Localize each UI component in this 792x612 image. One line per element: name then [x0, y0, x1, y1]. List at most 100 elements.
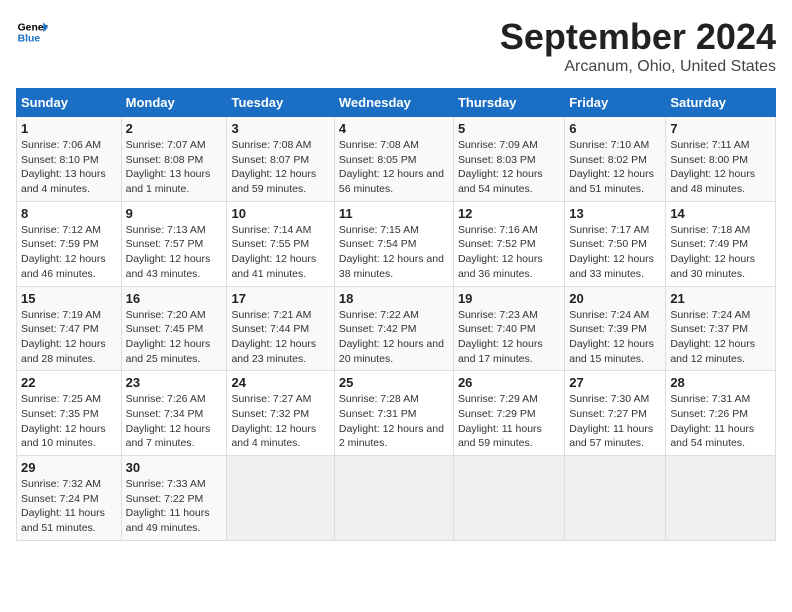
calendar-cell: 22 Sunrise: 7:25 AMSunset: 7:35 PMDaylig…: [17, 371, 122, 456]
logo: General Blue: [16, 16, 48, 48]
weekday-header-monday: Monday: [121, 89, 227, 117]
logo-icon: General Blue: [16, 16, 48, 48]
weekday-header-row: SundayMondayTuesdayWednesdayThursdayFrid…: [17, 89, 776, 117]
day-number: 25: [339, 375, 449, 390]
day-number: 19: [458, 291, 560, 306]
calendar-cell: 29 Sunrise: 7:32 AMSunset: 7:24 PMDaylig…: [17, 456, 122, 541]
day-detail: Sunrise: 7:12 AMSunset: 7:59 PMDaylight:…: [21, 223, 117, 282]
weekday-header-sunday: Sunday: [17, 89, 122, 117]
calendar-cell: 11 Sunrise: 7:15 AMSunset: 7:54 PMDaylig…: [334, 201, 453, 286]
day-detail: Sunrise: 7:09 AMSunset: 8:03 PMDaylight:…: [458, 138, 560, 197]
calendar-cell: 30 Sunrise: 7:33 AMSunset: 7:22 PMDaylig…: [121, 456, 227, 541]
day-number: 24: [231, 375, 329, 390]
day-detail: Sunrise: 7:11 AMSunset: 8:00 PMDaylight:…: [670, 138, 771, 197]
calendar-cell: [666, 456, 776, 541]
calendar-cell: [227, 456, 334, 541]
day-detail: Sunrise: 7:06 AMSunset: 8:10 PMDaylight:…: [21, 138, 117, 197]
header: General Blue September 2024 Arcanum, Ohi…: [16, 16, 776, 76]
day-number: 12: [458, 206, 560, 221]
week-row-2: 8 Sunrise: 7:12 AMSunset: 7:59 PMDayligh…: [17, 201, 776, 286]
day-detail: Sunrise: 7:25 AMSunset: 7:35 PMDaylight:…: [21, 392, 117, 451]
day-detail: Sunrise: 7:28 AMSunset: 7:31 PMDaylight:…: [339, 392, 449, 451]
day-detail: Sunrise: 7:24 AMSunset: 7:37 PMDaylight:…: [670, 308, 771, 367]
calendar-cell: 28 Sunrise: 7:31 AMSunset: 7:26 PMDaylig…: [666, 371, 776, 456]
day-detail: Sunrise: 7:14 AMSunset: 7:55 PMDaylight:…: [231, 223, 329, 282]
day-detail: Sunrise: 7:18 AMSunset: 7:49 PMDaylight:…: [670, 223, 771, 282]
day-number: 28: [670, 375, 771, 390]
day-number: 29: [21, 460, 117, 475]
day-number: 16: [126, 291, 223, 306]
day-number: 14: [670, 206, 771, 221]
week-row-5: 29 Sunrise: 7:32 AMSunset: 7:24 PMDaylig…: [17, 456, 776, 541]
day-detail: Sunrise: 7:13 AMSunset: 7:57 PMDaylight:…: [126, 223, 223, 282]
calendar-cell: 21 Sunrise: 7:24 AMSunset: 7:37 PMDaylig…: [666, 286, 776, 371]
weekday-header-wednesday: Wednesday: [334, 89, 453, 117]
calendar-cell: 8 Sunrise: 7:12 AMSunset: 7:59 PMDayligh…: [17, 201, 122, 286]
calendar-cell: 6 Sunrise: 7:10 AMSunset: 8:02 PMDayligh…: [565, 117, 666, 202]
day-detail: Sunrise: 7:20 AMSunset: 7:45 PMDaylight:…: [126, 308, 223, 367]
day-number: 8: [21, 206, 117, 221]
day-detail: Sunrise: 7:31 AMSunset: 7:26 PMDaylight:…: [670, 392, 771, 451]
day-number: 13: [569, 206, 661, 221]
day-detail: Sunrise: 7:27 AMSunset: 7:32 PMDaylight:…: [231, 392, 329, 451]
calendar-cell: 25 Sunrise: 7:28 AMSunset: 7:31 PMDaylig…: [334, 371, 453, 456]
day-number: 18: [339, 291, 449, 306]
calendar-cell: 13 Sunrise: 7:17 AMSunset: 7:50 PMDaylig…: [565, 201, 666, 286]
day-number: 6: [569, 121, 661, 136]
weekday-header-tuesday: Tuesday: [227, 89, 334, 117]
calendar-cell: 3 Sunrise: 7:08 AMSunset: 8:07 PMDayligh…: [227, 117, 334, 202]
calendar-cell: 16 Sunrise: 7:20 AMSunset: 7:45 PMDaylig…: [121, 286, 227, 371]
calendar-cell: 12 Sunrise: 7:16 AMSunset: 7:52 PMDaylig…: [453, 201, 564, 286]
day-number: 20: [569, 291, 661, 306]
day-detail: Sunrise: 7:08 AMSunset: 8:05 PMDaylight:…: [339, 138, 449, 197]
day-number: 15: [21, 291, 117, 306]
day-detail: Sunrise: 7:19 AMSunset: 7:47 PMDaylight:…: [21, 308, 117, 367]
main-title: September 2024: [500, 16, 776, 58]
calendar-cell: 23 Sunrise: 7:26 AMSunset: 7:34 PMDaylig…: [121, 371, 227, 456]
title-area: September 2024 Arcanum, Ohio, United Sta…: [500, 16, 776, 76]
day-number: 3: [231, 121, 329, 136]
day-number: 2: [126, 121, 223, 136]
day-number: 27: [569, 375, 661, 390]
day-detail: Sunrise: 7:10 AMSunset: 8:02 PMDaylight:…: [569, 138, 661, 197]
week-row-1: 1 Sunrise: 7:06 AMSunset: 8:10 PMDayligh…: [17, 117, 776, 202]
week-row-4: 22 Sunrise: 7:25 AMSunset: 7:35 PMDaylig…: [17, 371, 776, 456]
day-detail: Sunrise: 7:30 AMSunset: 7:27 PMDaylight:…: [569, 392, 661, 451]
calendar-cell: 4 Sunrise: 7:08 AMSunset: 8:05 PMDayligh…: [334, 117, 453, 202]
calendar-cell: 24 Sunrise: 7:27 AMSunset: 7:32 PMDaylig…: [227, 371, 334, 456]
day-number: 17: [231, 291, 329, 306]
calendar-cell: 19 Sunrise: 7:23 AMSunset: 7:40 PMDaylig…: [453, 286, 564, 371]
day-detail: Sunrise: 7:33 AMSunset: 7:22 PMDaylight:…: [126, 477, 223, 536]
calendar-cell: 26 Sunrise: 7:29 AMSunset: 7:29 PMDaylig…: [453, 371, 564, 456]
day-detail: Sunrise: 7:21 AMSunset: 7:44 PMDaylight:…: [231, 308, 329, 367]
calendar-cell: [565, 456, 666, 541]
day-number: 30: [126, 460, 223, 475]
calendar-cell: 1 Sunrise: 7:06 AMSunset: 8:10 PMDayligh…: [17, 117, 122, 202]
day-number: 21: [670, 291, 771, 306]
day-detail: Sunrise: 7:17 AMSunset: 7:50 PMDaylight:…: [569, 223, 661, 282]
day-detail: Sunrise: 7:07 AMSunset: 8:08 PMDaylight:…: [126, 138, 223, 197]
day-number: 11: [339, 206, 449, 221]
calendar-cell: 9 Sunrise: 7:13 AMSunset: 7:57 PMDayligh…: [121, 201, 227, 286]
day-detail: Sunrise: 7:22 AMSunset: 7:42 PMDaylight:…: [339, 308, 449, 367]
day-number: 7: [670, 121, 771, 136]
calendar-table: SundayMondayTuesdayWednesdayThursdayFrid…: [16, 88, 776, 541]
day-detail: Sunrise: 7:08 AMSunset: 8:07 PMDaylight:…: [231, 138, 329, 197]
subtitle: Arcanum, Ohio, United States: [500, 58, 776, 76]
day-detail: Sunrise: 7:15 AMSunset: 7:54 PMDaylight:…: [339, 223, 449, 282]
day-detail: Sunrise: 7:24 AMSunset: 7:39 PMDaylight:…: [569, 308, 661, 367]
calendar-cell: 14 Sunrise: 7:18 AMSunset: 7:49 PMDaylig…: [666, 201, 776, 286]
day-number: 1: [21, 121, 117, 136]
day-number: 9: [126, 206, 223, 221]
day-detail: Sunrise: 7:32 AMSunset: 7:24 PMDaylight:…: [21, 477, 117, 536]
calendar-cell: 27 Sunrise: 7:30 AMSunset: 7:27 PMDaylig…: [565, 371, 666, 456]
weekday-header-thursday: Thursday: [453, 89, 564, 117]
day-number: 26: [458, 375, 560, 390]
calendar-cell: 20 Sunrise: 7:24 AMSunset: 7:39 PMDaylig…: [565, 286, 666, 371]
day-number: 10: [231, 206, 329, 221]
day-detail: Sunrise: 7:29 AMSunset: 7:29 PMDaylight:…: [458, 392, 560, 451]
calendar-cell: 7 Sunrise: 7:11 AMSunset: 8:00 PMDayligh…: [666, 117, 776, 202]
weekday-header-friday: Friday: [565, 89, 666, 117]
calendar-cell: 18 Sunrise: 7:22 AMSunset: 7:42 PMDaylig…: [334, 286, 453, 371]
day-number: 22: [21, 375, 117, 390]
